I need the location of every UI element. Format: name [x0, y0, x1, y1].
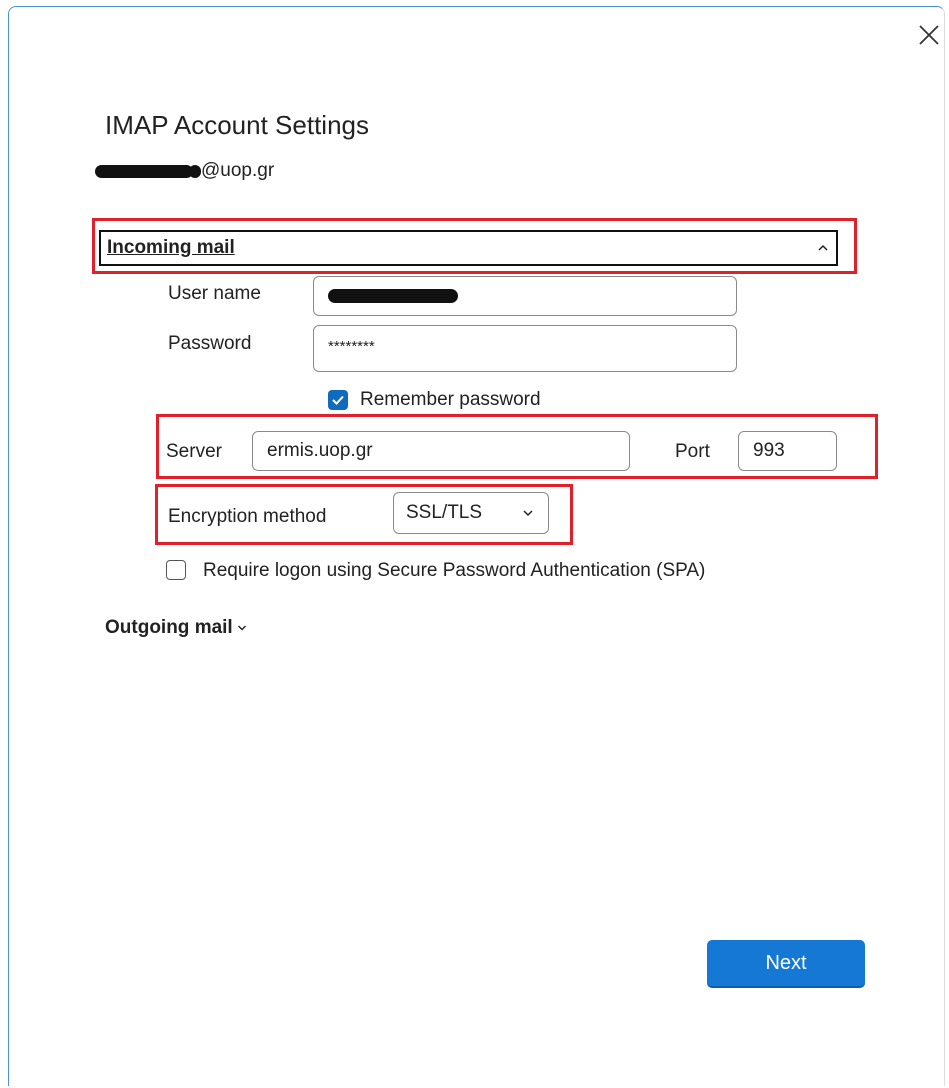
- close-icon: [919, 25, 939, 45]
- password-field[interactable]: ********: [313, 325, 737, 372]
- account-email: @uop.gr: [95, 157, 274, 185]
- spa-label: Require logon using Secure Password Auth…: [203, 560, 706, 581]
- port-label: Port: [675, 441, 710, 462]
- redacted-username: [95, 164, 193, 178]
- server-value: ermis.uop.gr: [267, 440, 373, 461]
- email-domain: @uop.gr: [201, 160, 275, 181]
- port-value: 993: [753, 440, 785, 461]
- encryption-select[interactable]: SSL/TLS: [393, 492, 549, 534]
- redacted-username-value: [328, 289, 458, 303]
- redacted-username-tail: [189, 164, 201, 178]
- username-label: User name: [168, 283, 261, 304]
- outgoing-mail-header[interactable]: Outgoing mail: [105, 617, 247, 639]
- server-field[interactable]: ermis.uop.gr: [252, 431, 630, 471]
- dialog-title: IMAP Account Settings: [105, 110, 369, 140]
- incoming-mail-label: Incoming mail: [107, 237, 235, 258]
- next-button[interactable]: Next: [707, 940, 865, 988]
- username-field[interactable]: [313, 276, 737, 316]
- password-value: ********: [328, 338, 375, 355]
- chevron-down-icon: [523, 510, 533, 517]
- password-label: Password: [168, 333, 252, 354]
- incoming-mail-header[interactable]: Incoming mail: [99, 230, 838, 266]
- chevron-down-icon: [237, 625, 246, 631]
- encryption-value: SSL/TLS: [406, 502, 483, 523]
- encryption-label: Encryption method: [168, 506, 327, 527]
- server-label: Server: [166, 441, 222, 462]
- remember-password-label: Remember password: [360, 389, 541, 410]
- remember-password-checkbox[interactable]: [328, 390, 348, 410]
- port-field[interactable]: 993: [738, 431, 837, 471]
- outgoing-mail-label: Outgoing mail: [105, 617, 233, 638]
- checkmark-icon: [332, 395, 344, 405]
- spa-checkbox[interactable]: [166, 560, 186, 580]
- close-button[interactable]: [914, 20, 944, 50]
- chevron-up-icon: [818, 244, 828, 251]
